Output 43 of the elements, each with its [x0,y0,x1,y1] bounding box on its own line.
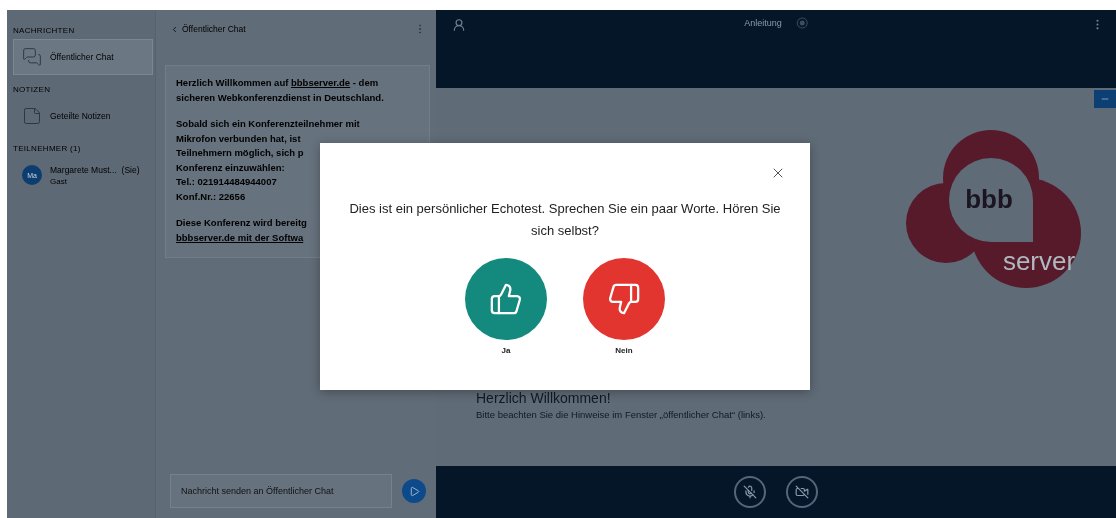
message-input[interactable]: Nachricht senden an Öffentlicher Chat [170,474,392,508]
message-text: Sobald sich ein Konferenzteilnehmer mit [176,117,361,131]
user-icon[interactable] [452,18,466,32]
camera-off-icon [795,485,809,499]
participant-role: Gast [50,176,68,186]
message-text: Herzlich Willkommen auf bbbserver.de - dem [176,76,380,90]
section-heading: NACHRICHTEN [12,25,76,37]
message-text: Teilnehmern möglich, sich p [176,146,305,160]
camera-off-button[interactable] [786,476,818,508]
mic-off-button[interactable] [734,476,766,508]
option-label: Nein [615,346,633,355]
message-link[interactable]: bbbserver.de mit der Softwa [176,231,304,243]
sidebar-item[interactable]: Öffentlicher Chat [13,39,153,75]
bbb-server-logo: bbb server [901,128,1081,288]
mic-off-icon [743,485,757,499]
record-icon[interactable] [795,17,808,29]
thumbs-down-icon [607,282,641,316]
welcome-heading: Herzlich Willkommen! [476,390,612,406]
note-icon [22,106,42,126]
message-text: Mikrofon verbunden hat, ist [176,131,302,146]
participant-name: Margarete Must... [50,164,117,175]
message-text: Tel.: 021914484944007 [176,175,278,189]
message-link[interactable]: bbbserver.de [291,77,351,88]
option-label: Ja [501,346,511,355]
chat-bubbles-icon [22,47,42,67]
send-button[interactable] [402,479,426,503]
item-label: Öffentlicher Chat [50,52,114,62]
message-text: Konferenz einzuwählen: [176,160,286,175]
chevron-left-icon [170,24,179,34]
chat-back-link[interactable]: Öffentlicher Chat [170,24,246,34]
dialog-message: Dies ist ein persönlicher Echotest. Sprechen Sie ein paar Worte. Hören Sie sich selbst? [348,200,782,240]
message-text: Diese Konferenz wird bereitg [176,216,308,230]
presentation-title: Anleitung [744,18,782,28]
sidebar-item[interactable]: Geteilte Notizen [13,98,153,134]
welcome-note: Bitte beachten Sie die Hinweise im Fenster „öffentlicher Chat“ (links). [476,409,767,420]
participant-suffix: (Sie) [121,164,140,175]
item-label: Geteilte Notizen [50,111,111,121]
section-heading: TEILNEHMER (1) [12,143,82,155]
section-heading: NOTIZEN [12,84,52,96]
message-text: sicheren Webkonferenzdienst in Deutschland. [176,90,385,105]
message-text: Konf.Nr.: 22656 [176,189,247,204]
thumbs-up-icon [489,282,523,316]
play-icon [408,485,420,497]
